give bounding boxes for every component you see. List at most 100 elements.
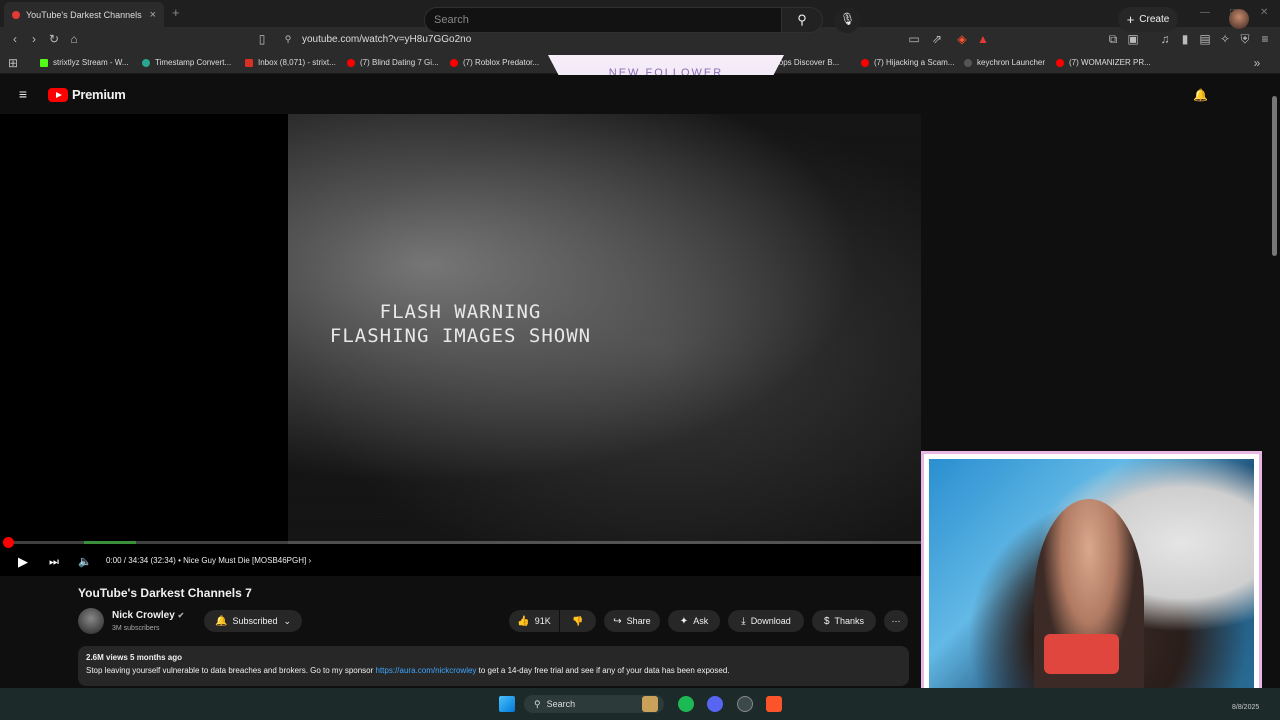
screenshot-icon[interactable]: ▣ [1126, 32, 1140, 46]
play-icon[interactable]: ▶ [16, 555, 30, 569]
media-icon[interactable]: ♫ [1158, 32, 1172, 46]
thanks-button[interactable]: $ Thanks [812, 610, 876, 632]
bookmark-icon[interactable]: ▯ [255, 32, 269, 46]
sidebar-icon[interactable]: ▮ [1178, 32, 1192, 46]
windows-start-icon[interactable] [499, 696, 515, 712]
bookmark-item[interactable]: (7) Hijacking a Scam... [861, 58, 954, 67]
subscribed-label: Subscribed [232, 616, 278, 626]
menu-icon[interactable]: ≡ [1258, 32, 1272, 46]
bookmark-item[interactable]: Cops Discover B... [773, 58, 839, 67]
description-text: Stop leaving yourself vulnerable to data… [86, 666, 730, 675]
subscribed-button[interactable]: 🔔 Subscribed ⌄ [204, 610, 302, 632]
reload-icon[interactable]: ↻ [47, 32, 61, 46]
discord-icon[interactable] [707, 696, 723, 712]
progress-buffered [84, 541, 136, 544]
webcam-overlay [921, 451, 1262, 707]
brave-shields-icon[interactable]: ◈ [955, 32, 969, 46]
bookmark-item[interactable]: strixtlyz Stream - W... [40, 58, 129, 67]
search-button[interactable]: ⚲ [781, 7, 823, 33]
window-close-icon[interactable]: ✕ [1260, 7, 1268, 18]
bookmark-item[interactable]: Inbox (8,071) - strixt... [245, 58, 336, 67]
browser-tab[interactable]: YouTube's Darkest Channels 7 - × [4, 2, 164, 27]
home-icon[interactable]: ⌂ [67, 32, 81, 46]
flash-warning-line1: FLASH WARNING [379, 301, 542, 323]
search-placeholder: Search [434, 14, 469, 26]
progress-bar[interactable] [8, 541, 921, 544]
more-icon: ⋯ [891, 615, 901, 626]
time-display: 0:00 / 34:34 (32:34) [106, 556, 176, 565]
vpn-icon[interactable]: ⛨ [1238, 32, 1252, 46]
account-avatar[interactable] [1229, 9, 1249, 29]
bookmark-item[interactable]: keychron Launcher [964, 58, 1045, 67]
more-bookmarks-icon[interactable]: » [1250, 56, 1264, 70]
notifications-bell-icon[interactable]: 🔔 [1193, 88, 1208, 102]
bookmark-item[interactable]: (7) Roblox Predator... [450, 58, 539, 67]
keychron-icon [964, 58, 972, 67]
taskbar-date: 8/8/2025 [1232, 704, 1260, 711]
plus-icon: + [1126, 12, 1135, 27]
download-icon: ⤓ [741, 615, 746, 627]
chevron-down-icon: ⌄ [283, 615, 292, 626]
chapter-chevron-icon[interactable]: › [308, 556, 311, 565]
scrollbar-thumb[interactable] [1272, 96, 1277, 256]
timecode: 0:00 / 34:34 (32:34) • Nice Guy Must Die… [106, 556, 311, 565]
volume-icon[interactable]: 🔈 [78, 555, 92, 569]
new-tab-button[interactable]: + [172, 5, 180, 20]
logo-text: Premium [72, 87, 126, 102]
obs-icon[interactable] [737, 696, 753, 712]
player-controls: ▶ ⏭ 🔈 0:00 / 34:34 (32:34) • Nice Guy Mu… [0, 550, 921, 576]
chapter-title[interactable]: • Nice Guy Must Die [MOSB46PGH] [178, 556, 306, 565]
cat-widget-icon[interactable] [642, 696, 658, 712]
create-button[interactable]: + Create [1118, 7, 1178, 32]
forward-icon[interactable]: › [27, 32, 41, 46]
wallet-icon[interactable]: ▤ [1198, 32, 1212, 46]
channel-name[interactable]: Nick Crowley ✔ [112, 610, 184, 621]
flash-warning: FLASH WARNING FLASHING IMAGES SHOWN [0, 300, 921, 348]
create-label: Create [1139, 14, 1170, 25]
voice-search-button[interactable]: 🎙 [834, 7, 860, 33]
youtube-logo[interactable]: Premium [48, 87, 126, 102]
site-info-icon[interactable]: ⚲ [281, 32, 295, 46]
sponsor-link[interactable]: https://aura.com/nickcrowley [376, 666, 477, 675]
video-title: YouTube's Darkest Channels 7 [78, 586, 252, 600]
search-input[interactable] [424, 7, 782, 33]
video-player[interactable]: FLASH WARNING FLASHING IMAGES SHOWN ▶ ⏭ … [0, 114, 921, 576]
address-bar[interactable]: youtube.com/watch?v=yH8u7GGo2no [302, 34, 471, 45]
brave-icon[interactable] [766, 696, 782, 712]
subscriber-count: 3M subscribers [112, 625, 160, 632]
minimize-icon[interactable]: — [1200, 7, 1210, 18]
extensions-icon[interactable]: ⧉ [1106, 32, 1120, 46]
youtube-header: ≡ Premium [0, 75, 1268, 114]
share-button[interactable]: ↪ Share [604, 610, 660, 632]
webcam-feed [929, 459, 1254, 699]
verified-icon: ✔ [177, 611, 185, 620]
progress-scrubber[interactable] [3, 537, 14, 548]
search-icon: ⚲ [797, 12, 807, 27]
apps-grid-icon[interactable]: ⊞ [6, 56, 20, 70]
globe-icon [142, 58, 150, 67]
bookmark-item[interactable]: (7) WOMANIZER PR... [1056, 58, 1151, 67]
tab-close-icon[interactable]: × [150, 9, 156, 21]
share-page-icon[interactable]: ⇗ [930, 32, 944, 46]
sparkle-icon: ✦ [679, 615, 689, 627]
cast-icon[interactable]: ▭ [907, 32, 921, 46]
channel-avatar[interactable] [78, 608, 104, 634]
like-count: 91K [534, 616, 551, 626]
microphone-icon: 🎙 [840, 12, 856, 26]
more-actions-button[interactable]: ⋯ [884, 610, 908, 632]
rewards-icon[interactable]: ▲ [976, 32, 990, 46]
bookmark-item[interactable]: (7) Blind Dating 7 Gi... [347, 58, 439, 67]
leo-ai-icon[interactable]: ✧ [1218, 32, 1232, 46]
bookmark-item[interactable]: Timestamp Convert... [142, 58, 231, 67]
ask-button[interactable]: ✦ Ask [668, 610, 720, 632]
search-icon: ⚲ [534, 698, 541, 709]
download-button[interactable]: ⤓ Download [728, 610, 804, 632]
hamburger-menu-icon[interactable]: ≡ [16, 87, 30, 101]
next-icon[interactable]: ⏭ [47, 555, 61, 569]
spotify-icon[interactable] [678, 696, 694, 712]
back-icon[interactable]: ‹ [8, 32, 22, 46]
views-and-date: 2.6M views 5 months ago [86, 653, 183, 662]
dislike-button[interactable]: 👎 [560, 610, 596, 632]
like-button[interactable]: 👍 91K [509, 610, 559, 632]
gmail-icon [245, 58, 253, 67]
